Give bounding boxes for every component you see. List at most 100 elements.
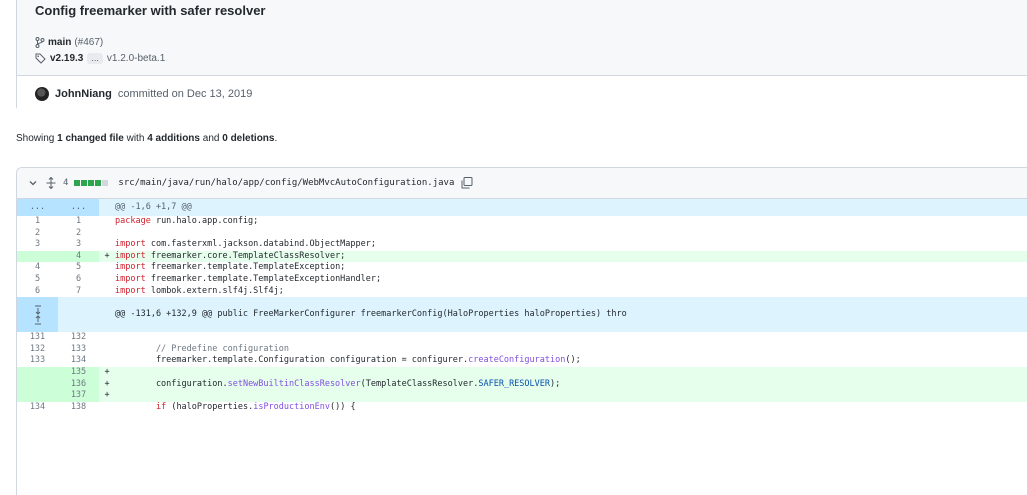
diff-line: 3 3 import com.fasterxml.jackson.databind.… <box>17 239 1027 251</box>
old-line-number[interactable]: 4 <box>17 262 58 274</box>
copy-icon[interactable] <box>460 176 474 190</box>
code-text: import com.fasterxml.jackson.databind.Ob… <box>115 239 377 250</box>
tag-link-primary[interactable]: v2.19.3 <box>50 53 83 64</box>
diff-line: 22 <box>17 228 1027 240</box>
diff-line: 4 5 import freemarker.template.TemplateExc… <box>17 262 1027 274</box>
tag-ellipsis-button[interactable]: ... <box>87 53 103 64</box>
diff-summary: Showing 1 changed file with 4 additions … <box>16 133 277 144</box>
git-branch-icon <box>35 37 45 48</box>
old-line-number[interactable] <box>17 250 58 263</box>
diff-line: 134 138 if (haloProperties.isProductionEn… <box>17 402 1027 414</box>
old-line-number[interactable]: 5 <box>17 274 58 286</box>
diff-sign <box>99 228 115 240</box>
new-line-number[interactable]: 1 <box>58 216 99 228</box>
old-line-number[interactable]: 131 <box>17 332 58 344</box>
old-line-number[interactable]: 134 <box>17 402 58 414</box>
change-count: 4 <box>63 178 69 188</box>
unfold-icon[interactable] <box>45 177 57 189</box>
file-path-link[interactable]: src/main/java/run/halo/app/config/WebMvc… <box>118 178 454 188</box>
diff-line: 133 134 freemarker.template.Configuration… <box>17 355 1027 367</box>
hunk-left-marker: ... <box>17 199 58 216</box>
diffstat-block-added <box>95 180 102 186</box>
diffstat-block-added <box>88 180 95 186</box>
author-link[interactable]: JohnNiang <box>55 88 112 100</box>
hunk-header: ... ... @@ -1,6 +1,7 @@ <box>17 199 1027 216</box>
code-text: freemarker.template.Configuration config… <box>115 355 581 366</box>
new-line-number[interactable]: 137 <box>58 390 99 402</box>
diff-sign <box>99 262 115 274</box>
diff-sign: + <box>104 378 110 389</box>
tag-info: v2.19.3 ... v1.2.0-beta.1 <box>35 53 165 64</box>
diff-line-added: 137 + <box>17 390 1027 402</box>
new-line-number[interactable]: 133 <box>58 344 99 356</box>
new-line-number[interactable]: 7 <box>58 286 99 298</box>
diff-line: 5 6 import freemarker.template.TemplateExc… <box>17 274 1027 286</box>
diffstat-block-neutral <box>102 180 109 186</box>
old-line-number[interactable]: 132 <box>17 344 58 356</box>
diff-line: 131 132 <box>17 332 1027 344</box>
summary-additions: 4 additions <box>147 133 200 144</box>
diffstat-bar <box>74 180 109 186</box>
branch-info: main (#467) <box>35 37 103 48</box>
old-line-number[interactable]: 6 <box>17 286 58 298</box>
old-line-number[interactable] <box>17 378 58 391</box>
old-line-number[interactable]: 3 <box>17 239 58 251</box>
new-line-number[interactable]: 134 <box>58 355 99 367</box>
diff-sign <box>99 286 115 298</box>
hunk-right-marker: ... <box>58 199 99 216</box>
summary-prefix: Showing <box>16 133 55 144</box>
code-text: if (haloProperties.isProductionEnv()) { <box>155 401 356 412</box>
file-diff: 4 src/main/java/run/halo/app/config/WebM… <box>16 167 1027 495</box>
old-line-number[interactable]: 133 <box>17 355 58 367</box>
code-text: import lombok.extern.slf4j.Slf4j; <box>115 285 284 296</box>
summary-with: with <box>126 133 145 144</box>
code-text: configuration.setNewBuiltinClassResolver… <box>115 378 561 389</box>
code-text: // Predefine configuration <box>115 343 289 354</box>
expand-up-icon[interactable] <box>33 314 43 325</box>
new-line-number[interactable]: 6 <box>58 274 99 286</box>
diff-sign <box>99 344 115 356</box>
summary-and: and <box>202 133 220 144</box>
tag-icon <box>35 53 46 64</box>
hunk-header: @@ -131,6 +132,9 @@ public FreeMarkerCon… <box>17 297 1027 333</box>
old-line-number[interactable] <box>17 390 58 402</box>
avatar[interactable] <box>35 87 49 101</box>
code-text: package run.halo.app.config; <box>115 216 259 226</box>
new-line-number[interactable]: 136 <box>58 378 99 391</box>
diff-line: 1 1 package run.halo.app.config; <box>17 216 1027 228</box>
old-line-number[interactable]: 2 <box>17 228 58 240</box>
commit-title: Config freemarker with safer resolver <box>35 3 266 18</box>
expand-down-icon[interactable] <box>33 305 43 315</box>
commit-header: Config freemarker with safer resolver ma… <box>16 0 1027 112</box>
pr-link[interactable]: (#467) <box>74 37 103 48</box>
tag-link-secondary[interactable]: v1.2.0-beta.1 <box>107 53 165 64</box>
new-line-number[interactable]: 5 <box>58 262 99 274</box>
chevron-down-icon[interactable] <box>27 177 39 189</box>
file-header: 4 src/main/java/run/halo/app/config/WebM… <box>17 168 1027 199</box>
diff-line: 6 7 import lombok.extern.slf4j.Slf4j; <box>17 286 1027 298</box>
new-line-number[interactable]: 3 <box>58 239 99 251</box>
committed-date: committed on Dec 13, 2019 <box>117 88 253 100</box>
diff-sign <box>99 216 115 228</box>
diff-line-added: 136 + configuration.setNewBuiltinClassRes… <box>17 378 1027 391</box>
summary-files: 1 changed file <box>57 133 124 144</box>
diff-line: 132 133 // Predefine configuration <box>17 344 1027 356</box>
expand-lines-button[interactable] <box>17 297 58 333</box>
code-text: import freemarker.template.TemplateExcep… <box>115 262 346 273</box>
new-line-number[interactable]: 138 <box>58 402 99 414</box>
new-line-number[interactable]: 135 <box>58 366 99 379</box>
diff-sign <box>99 355 115 367</box>
hunk-header-text: @@ -1,6 +1,7 @@ <box>115 202 192 212</box>
branch-link[interactable]: main <box>48 37 71 48</box>
diffstat-block-added <box>74 180 81 186</box>
old-line-number[interactable] <box>17 366 58 379</box>
new-line-number[interactable]: 132 <box>58 332 99 344</box>
code-text: import freemarker.template.TemplateExcep… <box>115 273 382 284</box>
new-line-number[interactable]: 2 <box>58 228 99 240</box>
old-line-number[interactable]: 1 <box>17 216 58 228</box>
new-line-number[interactable]: 4 <box>58 250 99 263</box>
diff-sign <box>99 332 115 344</box>
